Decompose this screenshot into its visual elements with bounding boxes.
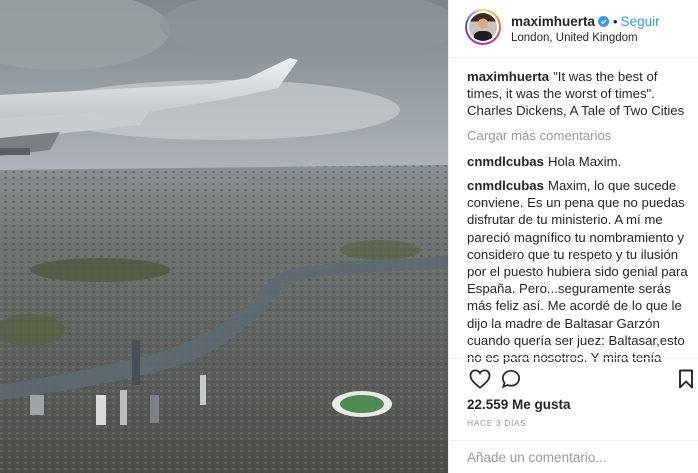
avatar[interactable] xyxy=(465,9,501,45)
post-side-panel: maximhuerta • Seguir London, United King… xyxy=(448,0,698,473)
load-more-comments-button[interactable]: Cargar más comentarios xyxy=(467,127,689,144)
caption-username[interactable]: maximhuerta xyxy=(467,69,549,84)
like-count[interactable]: 22.559 Me gusta xyxy=(467,397,571,412)
separator-dot: • xyxy=(613,14,618,29)
avatar-photo xyxy=(469,13,497,41)
add-comment-section xyxy=(449,440,698,473)
comment-input[interactable] xyxy=(467,450,667,465)
caption: maximhuerta "It was the best of times, it… xyxy=(467,68,689,120)
follow-button[interactable]: Seguir xyxy=(621,14,660,29)
aerial-london-image xyxy=(0,0,448,473)
username-link[interactable]: maximhuerta xyxy=(511,14,595,29)
comment-text: Hola Maxim. xyxy=(547,153,622,169)
action-bar xyxy=(449,358,698,400)
verified-badge-icon xyxy=(598,16,610,27)
heart-icon[interactable] xyxy=(469,369,491,392)
comment-username[interactable]: cnmdlcubas xyxy=(467,178,544,193)
list-item: cnmdlcubas Hola Maxim. xyxy=(467,153,689,170)
comment-username[interactable]: cnmdlcubas xyxy=(467,154,544,169)
comment-text: Maxim, lo que sucede conviene. Es un pen… xyxy=(467,178,688,364)
location-link[interactable]: London, United Kingdom xyxy=(511,32,638,44)
list-item: cnmdlcubas Maxim, lo que sucede conviene.… xyxy=(467,177,689,364)
speech-bubble-icon[interactable] xyxy=(501,369,521,392)
post-header: maximhuerta • Seguir London, United King… xyxy=(449,0,698,58)
comments-list[interactable]: maximhuerta "It was the best of times, it… xyxy=(467,68,689,364)
post-timestamp[interactable]: HACE 3 DÍAS xyxy=(467,418,527,428)
bookmark-icon[interactable] xyxy=(678,369,694,392)
post-photo[interactable] xyxy=(0,0,448,473)
